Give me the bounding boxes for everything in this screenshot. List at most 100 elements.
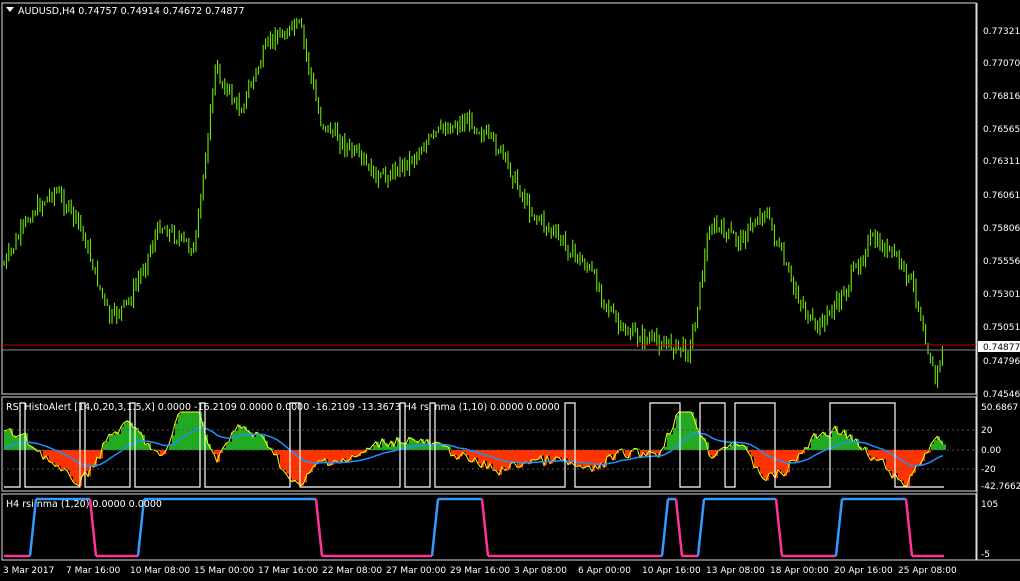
time-tick: 27 Mar 00:00 <box>386 566 446 576</box>
rsi-bar <box>118 433 121 450</box>
nma-segment <box>696 498 706 557</box>
rsi-bar <box>757 450 760 467</box>
rsi-bar <box>106 441 109 450</box>
nma-header: H4 rsi nma (1,20) 0.0000 0.0000 <box>6 499 162 510</box>
rsi-bar <box>454 450 457 456</box>
rsi-bar <box>688 412 691 450</box>
rsi-bar <box>247 430 250 450</box>
rsi-bar <box>241 427 244 450</box>
rsi-bar <box>469 450 472 462</box>
rsi-bar <box>685 412 688 450</box>
nma-segment <box>774 498 784 557</box>
rsi-bar <box>532 450 535 460</box>
rsi-bar <box>73 450 76 482</box>
rsi-bar <box>229 441 232 450</box>
rsi-bar <box>916 450 919 467</box>
rsi-bar <box>76 450 79 485</box>
rsi-bar <box>346 450 349 462</box>
rsi-bar <box>682 412 685 450</box>
rsi-bar <box>337 450 340 462</box>
rsi-bar <box>931 443 934 450</box>
rsi-bar <box>226 443 229 450</box>
rsi-bar <box>379 447 382 450</box>
price-tick: 0.77070 <box>983 59 1020 69</box>
rsi-bar <box>667 433 670 450</box>
rsi-tick: 50.6867 <box>981 403 1018 413</box>
time-tick: 20 Apr 16:00 <box>834 566 893 576</box>
rsi-bar <box>595 450 598 466</box>
rsi-bar <box>109 434 112 450</box>
rsi-bar <box>55 450 58 467</box>
rsi-bar <box>187 412 190 450</box>
rsi-bar <box>559 450 562 458</box>
rsi-axis: 50.6867 20 0.00 -20 -42.7662 <box>981 403 1020 492</box>
price-panel[interactable] <box>1 2 977 395</box>
price-tick: 0.75301 <box>983 290 1020 300</box>
symbol-menu-icon[interactable] <box>6 7 14 12</box>
time-tick: 17 Mar 16:00 <box>258 566 318 576</box>
rsi-bar <box>901 450 904 481</box>
rsi-bar <box>64 450 67 469</box>
time-tick: 3 Apr 08:00 <box>514 566 567 576</box>
price-tick: 0.76061 <box>983 191 1020 201</box>
time-tick: 3 Mar 2017 <box>3 566 54 576</box>
rsi-bar <box>112 434 115 450</box>
time-tick: 22 Mar 08:00 <box>322 566 382 576</box>
rsi-bar <box>517 450 520 467</box>
candlestick-series <box>3 17 943 388</box>
rsi-bar <box>502 450 505 468</box>
rsi-bar <box>709 450 712 456</box>
trading-chart[interactable]: AUDUSD,H4 0.74757 0.74914 0.74672 0.7487… <box>0 0 1020 581</box>
nma-tick: -5 <box>981 550 990 560</box>
rsi-bar <box>547 450 550 456</box>
rsi-bar <box>874 450 877 458</box>
rsi-bar <box>769 450 772 474</box>
rsi-bar <box>826 435 829 450</box>
rsi-bar <box>286 450 289 474</box>
rsi-lines <box>3 402 944 488</box>
rsi-bar <box>655 450 658 454</box>
rsi-bar <box>751 450 754 457</box>
rsi-bar <box>436 442 439 450</box>
rsi-bar <box>793 450 796 461</box>
time-tick: 18 Apr 00:00 <box>770 566 829 576</box>
price-tick: 0.77321 <box>983 27 1020 37</box>
price-tick: 0.76565 <box>983 125 1020 135</box>
rsi-bar <box>175 423 178 450</box>
rsi-bar <box>571 450 574 463</box>
nma-segment <box>674 498 684 557</box>
rsi-bar <box>505 450 508 471</box>
time-tick: 29 Mar 16:00 <box>450 566 510 576</box>
rsi-bar <box>181 412 184 450</box>
price-tick: 0.75051 <box>983 323 1020 333</box>
rsi-bar <box>319 450 322 461</box>
rsi-bar <box>466 450 469 456</box>
rsi-bar <box>253 436 256 450</box>
rsi-bar <box>52 450 55 463</box>
rsi-bar <box>625 450 628 457</box>
price-tick: 0.75806 <box>983 224 1020 234</box>
time-tick: 10 Mar 08:00 <box>130 566 190 576</box>
time-tick: 15 Mar 00:00 <box>194 566 254 576</box>
rsi-bar <box>352 450 355 456</box>
rsi-bar <box>46 450 49 456</box>
rsi-bar <box>496 450 499 471</box>
rsi-bar <box>541 450 544 456</box>
price-tick: 0.74546 <box>983 390 1020 400</box>
rsi-bar <box>13 435 16 450</box>
rsi-bar <box>847 438 850 450</box>
rsi-bar <box>868 450 871 456</box>
rsi-tick: -42.7662 <box>981 482 1020 492</box>
time-tick: 10 Apr 16:00 <box>642 566 701 576</box>
rsi-bar <box>493 450 496 470</box>
rsi-bar <box>97 450 100 458</box>
rsi-bar <box>739 445 742 450</box>
rsi-bar <box>820 435 823 450</box>
price-tick: 0.75556 <box>983 257 1020 267</box>
rsi-bar <box>811 439 814 450</box>
rsi-bar <box>238 424 241 450</box>
time-tick: 7 Mar 16:00 <box>66 566 121 576</box>
rsi-bar <box>898 450 901 480</box>
rsi-bar <box>280 450 283 468</box>
nma-segment <box>430 498 440 557</box>
